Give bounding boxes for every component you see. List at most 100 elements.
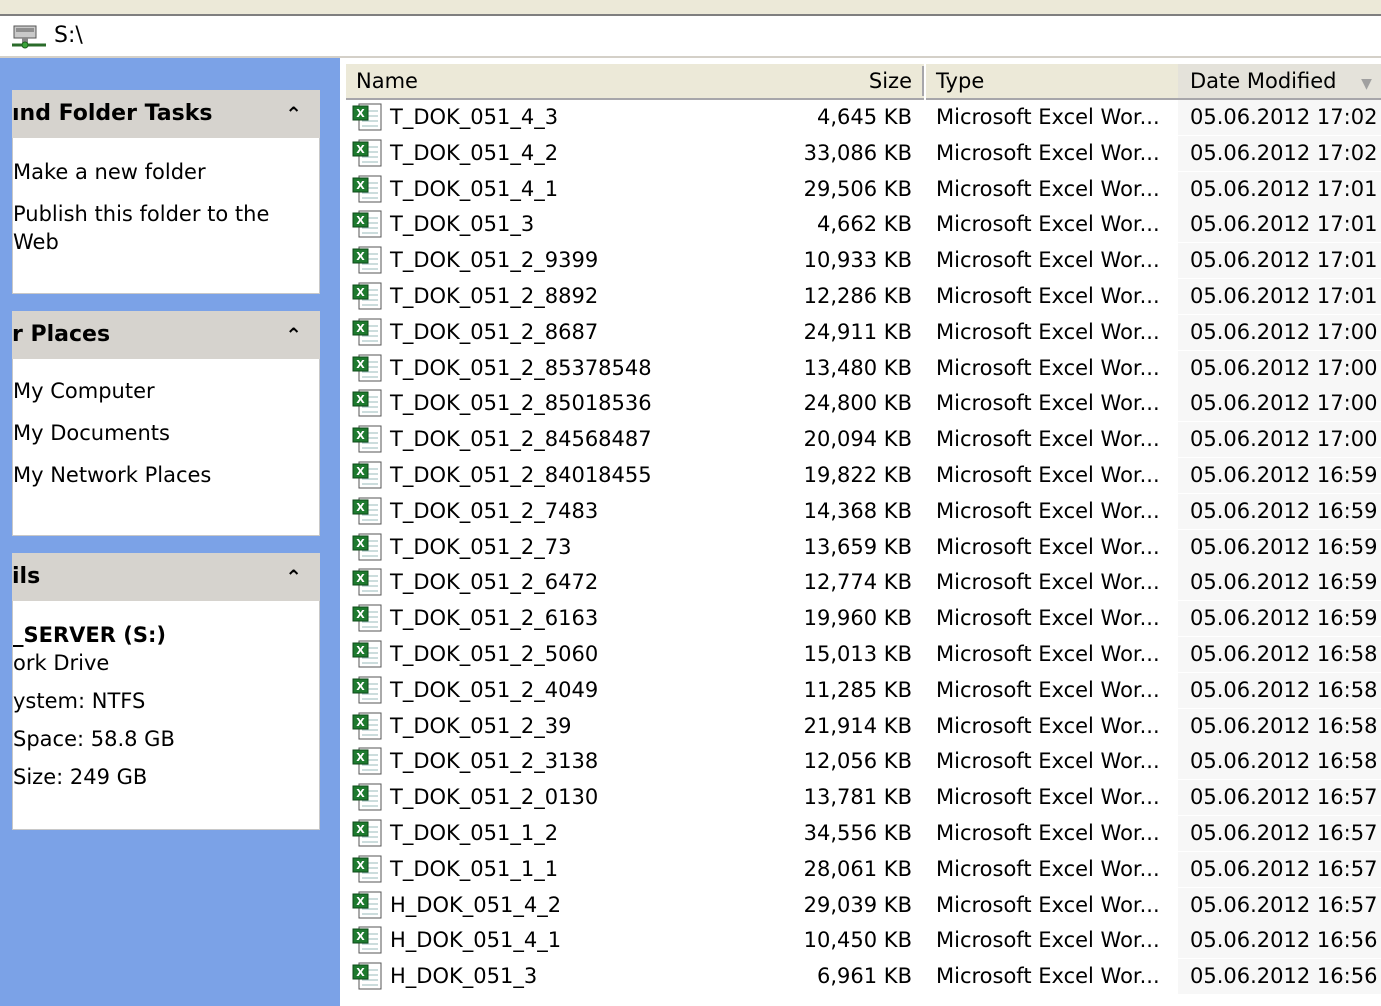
panel-header[interactable]: ils ⌃ (12, 553, 320, 601)
file-name[interactable]: H_DOK_051_4_1 (390, 923, 561, 958)
my-computer-link[interactable]: My Computer (13, 377, 319, 405)
file-name[interactable]: T_DOK_051_2_3138 (390, 744, 598, 779)
file-list-view[interactable]: Name Size Type Date Modified ▼ X T_DOK_05… (340, 58, 1381, 1006)
file-type: Microsoft Excel Wor... (936, 570, 1160, 595)
file-name[interactable]: T_DOK_051_2_4049 (390, 673, 598, 708)
file-row[interactable]: X T_DOK_051_1_2 34,556 KB Microsoft Excel W… (340, 816, 1381, 851)
file-name[interactable]: T_DOK_051_2_73 (390, 530, 571, 565)
file-name[interactable]: T_DOK_051_4_1 (390, 172, 558, 207)
file-row[interactable]: X H_DOK_051_3 6,961 KB Microsoft Excel Wor.… (340, 959, 1381, 995)
file-row[interactable]: X T_DOK_051_3 4,662 KB Microsoft Excel Wor.… (340, 207, 1381, 243)
file-type: Microsoft Excel Wor... (936, 319, 1160, 344)
file-row[interactable]: X T_DOK_051_2_6163 19,960 KB Microsoft Exce… (340, 601, 1381, 637)
collapse-chevron-icon[interactable]: ⌃ (285, 311, 302, 359)
panel-header[interactable]: r Places ⌃ (12, 311, 320, 359)
file-name[interactable]: T_DOK_051_2_6472 (390, 565, 598, 600)
file-row[interactable]: X T_DOK_051_4_1 29,506 KB Microsoft Excel W… (340, 171, 1381, 207)
file-row[interactable]: X T_DOK_051_2_9399 10,933 KB Microsoft Exce… (340, 243, 1381, 279)
collapse-chevron-icon[interactable]: ⌃ (285, 90, 302, 138)
file-system: ystem: NTFS (13, 689, 146, 713)
file-row[interactable]: X T_DOK_051_2_85018536 24,800 KB Microsoft … (340, 386, 1381, 422)
file-name[interactable]: H_DOK_051_4_2 (390, 888, 561, 923)
excel-file-icon: X (352, 676, 382, 704)
file-row[interactable]: X T_DOK_051_2_84018455 19,822 KB Microsoft … (340, 458, 1381, 493)
file-name[interactable]: T_DOK_051_4_2 (390, 136, 558, 171)
svg-text:X: X (356, 859, 365, 872)
file-name[interactable]: T_DOK_051_2_39 (390, 709, 571, 744)
column-header-type[interactable]: Type (926, 64, 1188, 100)
file-row[interactable]: X T_DOK_051_2_8687 24,911 KB Microsoft Exce… (340, 314, 1381, 350)
file-name[interactable]: T_DOK_051_2_84018455 (390, 458, 652, 493)
my-network-places-link[interactable]: My Network Places (13, 461, 319, 489)
panel-header[interactable]: ınd Folder Tasks ⌃ (12, 90, 320, 138)
publish-folder-link[interactable]: Publish this folder to the (13, 200, 319, 228)
excel-file-icon: X (352, 568, 382, 596)
collapse-chevron-icon[interactable]: ⌃ (285, 553, 302, 601)
file-name[interactable]: T_DOK_051_2_6163 (390, 601, 598, 636)
file-date-modified: 05.06.2012 16:59 (1178, 529, 1381, 565)
file-name[interactable]: H_DOK_051_3 (390, 959, 537, 994)
file-row[interactable]: X T_DOK_051_4_3 4,645 KB Microsoft Excel Wo… (340, 100, 1381, 135)
file-date-modified: 05.06.2012 16:57 (1178, 887, 1381, 923)
file-name[interactable]: T_DOK_051_2_5060 (390, 637, 598, 672)
make-new-folder-link[interactable]: Make a new folder (13, 158, 319, 186)
svg-text:X: X (356, 179, 365, 192)
file-row[interactable]: X T_DOK_051_2_39 21,914 KB Microsoft Excel … (340, 708, 1381, 744)
file-size: 19,822 KB (803, 463, 912, 487)
file-row[interactable]: X H_DOK_051_4_2 29,039 KB Microsoft Excel W… (340, 887, 1381, 923)
file-name[interactable]: T_DOK_051_2_85018536 (390, 386, 652, 421)
file-size: 14,368 KB (803, 498, 912, 523)
column-separator[interactable] (922, 66, 924, 96)
svg-text:X: X (356, 143, 365, 156)
file-date-modified: 05.06.2012 17:01 (1178, 243, 1381, 279)
file-size: 33,086 KB (803, 140, 912, 165)
file-name[interactable]: T_DOK_051_2_0130 (390, 780, 598, 815)
file-type: Microsoft Excel Wor... (936, 642, 1160, 666)
column-header-name-label: Name (356, 69, 418, 93)
column-header-name[interactable]: Name (346, 64, 734, 100)
panel-title: r Places (12, 322, 111, 347)
file-row[interactable]: X T_DOK_051_2_4049 11,285 KB Microsoft Exce… (340, 672, 1381, 708)
file-row[interactable]: X T_DOK_051_2_6472 12,774 KB Microsoft Exce… (340, 565, 1381, 601)
file-name[interactable]: T_DOK_051_3 (390, 207, 534, 242)
file-name[interactable]: T_DOK_051_2_84568487 (390, 422, 652, 457)
file-name[interactable]: T_DOK_051_2_85378548 (390, 351, 652, 386)
my-documents-link[interactable]: My Documents (13, 419, 319, 447)
file-name[interactable]: T_DOK_051_4_3 (390, 100, 558, 135)
file-size: 13,781 KB (803, 785, 912, 810)
file-date-modified: 05.06.2012 16:59 (1178, 601, 1381, 637)
file-name[interactable]: T_DOK_051_2_8687 (390, 315, 598, 350)
file-row[interactable]: X T_DOK_051_2_5060 15,013 KB Microsoft Exce… (340, 637, 1381, 672)
file-row[interactable]: X T_DOK_051_2_8892 12,286 KB Microsoft Exce… (340, 279, 1381, 314)
file-type: Microsoft Excel Wor... (936, 534, 1160, 559)
svg-text:X: X (356, 966, 365, 979)
file-row[interactable]: X T_DOK_051_2_84568487 20,094 KB Microsoft … (340, 422, 1381, 458)
file-row[interactable]: X T_DOK_051_2_7483 14,368 KB Microsoft Exce… (340, 493, 1381, 529)
file-row[interactable]: X T_DOK_051_2_3138 12,056 KB Microsoft Exce… (340, 744, 1381, 780)
file-row[interactable]: X T_DOK_051_1_1 28,061 KB Microsoft Excel W… (340, 851, 1381, 887)
file-size: 21,914 KB (803, 713, 912, 738)
file-name[interactable]: T_DOK_051_2_7483 (390, 494, 598, 529)
svg-text:X: X (356, 680, 365, 693)
file-row[interactable]: X T_DOK_051_2_85378548 13,480 KB Microsoft … (340, 350, 1381, 386)
sort-descending-icon: ▼ (1361, 76, 1372, 92)
file-type: Microsoft Excel Wor... (936, 785, 1160, 810)
file-row[interactable]: X T_DOK_051_2_0130 13,781 KB Microsoft Exce… (340, 780, 1381, 816)
file-row[interactable]: X T_DOK_051_4_2 33,086 KB Microsoft Excel W… (340, 135, 1381, 171)
file-name[interactable]: T_DOK_051_1_1 (390, 852, 558, 887)
address-path[interactable]: S:\ (54, 22, 83, 50)
address-bar[interactable]: S:\ (0, 16, 1381, 58)
file-type: Microsoft Excel Wor... (936, 284, 1160, 308)
file-name[interactable]: T_DOK_051_2_9399 (390, 243, 598, 278)
svg-text:X: X (356, 393, 365, 406)
column-header-date[interactable]: Date Modified ▼ (1178, 64, 1381, 100)
publish-folder-link-cont[interactable]: Web (13, 228, 319, 256)
file-type: Microsoft Excel Wor... (936, 355, 1160, 380)
file-row[interactable]: X T_DOK_051_2_73 13,659 KB Microsoft Excel … (340, 529, 1381, 565)
column-header-size[interactable]: Size (724, 64, 924, 100)
excel-file-icon: X (352, 389, 382, 417)
file-name[interactable]: T_DOK_051_2_8892 (390, 279, 598, 314)
file-name[interactable]: T_DOK_051_1_2 (390, 816, 558, 851)
file-size: 29,506 KB (803, 176, 912, 201)
file-row[interactable]: X H_DOK_051_4_1 10,450 KB Microsoft Excel W… (340, 923, 1381, 959)
